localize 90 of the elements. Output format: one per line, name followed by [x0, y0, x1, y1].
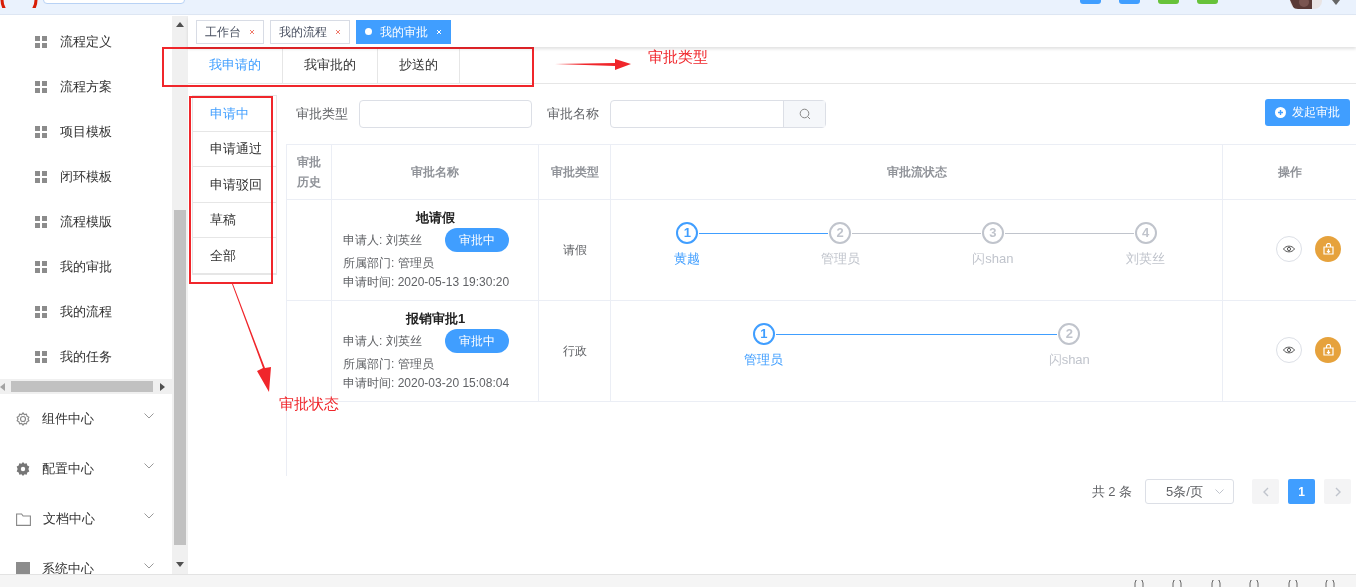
grid-icon — [35, 80, 47, 93]
page-size-select[interactable]: 5条/页 — [1145, 479, 1234, 504]
toolbar-icon[interactable] — [1171, 580, 1183, 587]
chevron-left-icon — [1262, 486, 1269, 497]
search-button[interactable] — [783, 100, 825, 127]
grid-icon — [35, 350, 47, 363]
status-badge: 审批中 — [445, 228, 509, 252]
grid-icon — [35, 170, 47, 183]
view-button[interactable] — [1276, 337, 1302, 363]
chevron-icon[interactable] — [144, 413, 154, 419]
cog-icon — [16, 462, 30, 476]
sidebar-item[interactable]: 项目模板 — [60, 121, 112, 142]
page-tab[interactable]: 工作台 — [196, 19, 264, 44]
chevron-icon[interactable] — [144, 463, 154, 469]
view-button[interactable] — [1276, 236, 1302, 262]
time-text: 申请时间: 2020-03-20 15:08:04 — [343, 375, 511, 392]
status-item[interactable]: 草稿 — [193, 202, 276, 239]
caret-icon[interactable] — [1332, 0, 1340, 5]
step-label: 刘英丝 — [1126, 250, 1166, 268]
sidebar-item[interactable]: 流程方案 — [60, 76, 112, 97]
status-badge: 审批中 — [445, 329, 509, 353]
toolbar-icon[interactable] — [1248, 580, 1260, 587]
applicant-text: 申请人: 刘英丝 — [343, 232, 423, 249]
type-text: 请假 — [562, 242, 587, 259]
eye-icon — [1283, 346, 1295, 354]
chevron-icon[interactable] — [144, 513, 154, 519]
time-text: 申请时间: 2020-05-13 19:30:20 — [343, 274, 511, 291]
total-count: 共 2 条 — [1091, 482, 1132, 501]
bag-button[interactable] — [1315, 236, 1341, 262]
toolbar-icon[interactable] — [1324, 580, 1336, 587]
menu-group[interactable]: 配置中心 — [42, 459, 144, 479]
sidebar-item[interactable]: 我的流程 — [60, 301, 112, 322]
step-label: 管理员 — [744, 351, 784, 369]
toolbar-icon[interactable] — [1133, 580, 1145, 587]
horizontal-scrollbar[interactable] — [0, 379, 172, 394]
gear-icon — [16, 412, 30, 426]
toolbar-icon[interactable] — [1210, 580, 1222, 587]
type-text: 行政 — [562, 343, 587, 360]
status-item[interactable]: 申请通过 — [193, 131, 276, 168]
bag-button[interactable] — [1315, 337, 1341, 363]
approval-title: 地请假 — [416, 209, 455, 227]
eye-icon — [1283, 245, 1295, 253]
close-icon[interactable] — [249, 28, 255, 35]
status-item[interactable]: 全部 — [193, 238, 276, 274]
step-label: 闪shan — [1048, 351, 1090, 369]
menu-group[interactable]: 文档中心 — [43, 509, 144, 529]
input-field[interactable] — [359, 99, 532, 128]
step-label: 黄越 — [674, 250, 701, 268]
filter-label: 审批类型 — [296, 104, 348, 123]
plus-icon — [1275, 106, 1286, 118]
sidebar-item[interactable]: 流程定义 — [60, 31, 112, 52]
type-tab[interactable]: 我审批的 — [283, 47, 378, 83]
chevron-right-icon — [1334, 486, 1341, 497]
status-item[interactable]: 申请驳回 — [193, 167, 276, 203]
sidebar-item[interactable]: 流程模版 — [60, 211, 112, 232]
menu-group[interactable]: 组件中心 — [42, 409, 144, 429]
folder-icon — [16, 512, 31, 526]
grid-icon — [35, 260, 47, 273]
up-arrow-icon[interactable] — [176, 22, 184, 27]
search-field[interactable] — [610, 99, 826, 128]
approval-title: 报销审批1 — [405, 310, 466, 328]
grid-icon — [35, 215, 47, 228]
department-text: 所属部门: 管理员 — [343, 255, 435, 272]
page-tab[interactable]: 我的流程 — [270, 19, 350, 44]
logo-icon — [0, 0, 38, 8]
search-icon — [798, 107, 811, 120]
bag-icon — [1322, 344, 1334, 356]
step-label: 管理员 — [820, 250, 860, 268]
annotation-label: 审批状态 — [279, 394, 339, 414]
vertical-scrollbar[interactable] — [172, 16, 188, 574]
grid-icon — [35, 125, 47, 138]
bag-icon — [1322, 243, 1334, 255]
filter-label: 审批名称 — [547, 104, 599, 123]
type-tab[interactable]: 抄送的 — [378, 47, 460, 83]
sidebar-item[interactable]: 我的审批 — [60, 256, 112, 277]
grid-icon — [35, 305, 47, 318]
applicant-text: 申请人: 刘英丝 — [343, 333, 423, 350]
annotation-label: 审批类型 — [648, 47, 708, 67]
close-icon[interactable] — [335, 28, 341, 35]
department-text: 所属部门: 管理员 — [343, 356, 435, 373]
chevron-icon[interactable] — [144, 563, 154, 569]
sidebar-item[interactable]: 我的任务 — [60, 346, 112, 367]
sidebar-item[interactable]: 闭环模板 — [60, 166, 112, 187]
chevron-icon — [1215, 489, 1224, 494]
left-arrow-icon[interactable] — [0, 383, 5, 391]
toolbar-icon[interactable] — [1287, 580, 1299, 587]
right-arrow-icon[interactable] — [160, 383, 165, 391]
step-label: 闪shan — [972, 250, 1014, 268]
grid-icon — [35, 35, 47, 48]
down-arrow-icon[interactable] — [176, 562, 184, 567]
